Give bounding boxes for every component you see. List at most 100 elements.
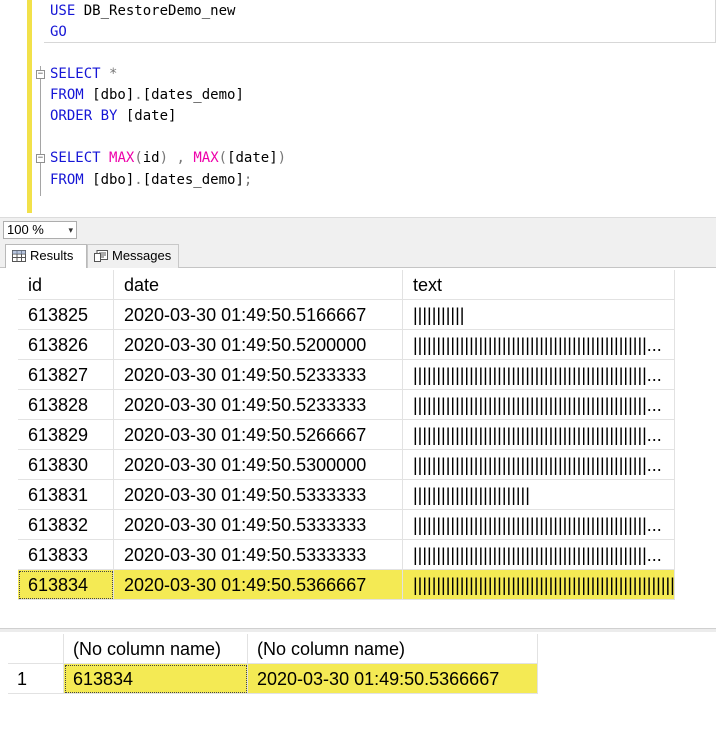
cell-text[interactable]: ||||||||||||||||||||||||||||||||||||||||… — [403, 450, 675, 480]
code-token: [dates_demo] — [142, 172, 244, 188]
code-token: . — [134, 172, 143, 188]
results-grid[interactable]: id date text 613825 2020-03-30 01:49:50.5… — [18, 270, 675, 600]
code-token: ; — [243, 172, 253, 188]
cell-id[interactable]: 613825 — [18, 300, 114, 330]
column-header-max-id[interactable]: (No column name) — [64, 634, 248, 664]
grid-body: 613825 2020-03-30 01:49:50.5166667 |||||||… — [18, 300, 675, 600]
messages-icon — [94, 250, 108, 262]
cell-id[interactable]: 613832 — [18, 510, 114, 540]
tab-results[interactable]: Results — [5, 244, 87, 268]
code-token: DB_RestoreDemo_new — [75, 3, 236, 19]
cell-date[interactable]: 2020-03-30 01:49:50.5333333 — [114, 510, 403, 540]
cell-text[interactable]: ||||||||||| — [403, 300, 675, 330]
query-editor[interactable]: − − USE DB_RestoreDemo_new GO SELECT * F… — [0, 0, 716, 217]
cell-text[interactable]: ||||||||||||||||||||||||||||||||||||||||… — [403, 330, 675, 360]
code-token: FROM — [50, 172, 84, 188]
code-token: ( — [218, 150, 228, 166]
cell-id[interactable]: 613829 — [18, 420, 114, 450]
outline-guide-line — [40, 66, 41, 196]
cell-date[interactable]: 2020-03-30 01:49:50.5333333 — [114, 480, 403, 510]
cell-id[interactable]: 613827 — [18, 360, 114, 390]
grid-header-row: id date text — [18, 270, 675, 300]
cell-date[interactable]: 2020-03-30 01:49:50.5366667 — [114, 570, 403, 600]
code-line[interactable]: USE DB_RestoreDemo_new — [50, 1, 235, 22]
cell-date[interactable]: 2020-03-30 01:49:50.5166667 — [114, 300, 403, 330]
row-number: 1 — [8, 664, 64, 694]
cell-id[interactable]: 613833 — [18, 540, 114, 570]
column-header-date[interactable]: date — [114, 270, 403, 300]
results-grid-2[interactable]: (No column name) (No column name) 1 61383… — [8, 634, 538, 694]
grid-icon — [12, 250, 26, 262]
table-row[interactable]: 613834 2020-03-30 01:49:50.5366667 |||||||… — [18, 570, 675, 600]
collapse-icon[interactable]: − — [36, 70, 45, 79]
cell-date[interactable]: 2020-03-30 01:49:50.5233333 — [114, 390, 403, 420]
code-token: USE — [50, 3, 76, 19]
cell-text[interactable]: ||||||||||||||||||||||||||||||||||||||||… — [403, 390, 675, 420]
code-line[interactable]: SELECT MAX(id) , MAX([date]) — [50, 148, 286, 169]
cell-id[interactable]: 613831 — [18, 480, 114, 510]
cell-text[interactable]: ||||||||||||||||||||||||||||||||||||||||… — [403, 540, 675, 570]
table-row[interactable]: 613828 2020-03-30 01:49:50.5233333 |||||||… — [18, 390, 675, 420]
cell-max-id[interactable]: 613834 — [64, 664, 248, 694]
cell-id[interactable]: 613834 — [18, 570, 114, 600]
cell-id[interactable]: 613828 — [18, 390, 114, 420]
code-line[interactable]: ORDER BY [date] — [50, 106, 176, 127]
code-line[interactable]: FROM [dbo].[dates_demo]; — [50, 170, 252, 191]
cell-date[interactable]: 2020-03-30 01:49:50.5333333 — [114, 540, 403, 570]
tab-label: Results — [30, 248, 74, 263]
code-token: SELECT — [50, 66, 101, 82]
table-row[interactable]: 613827 2020-03-30 01:49:50.5233333 |||||||… — [18, 360, 675, 390]
table-row[interactable]: 613826 2020-03-30 01:49:50.5200000 |||||||… — [18, 330, 675, 360]
code-line[interactable]: SELECT * — [50, 64, 117, 85]
change-tracking-margin — [27, 0, 32, 213]
code-token: MAX — [109, 150, 135, 166]
zoom-value: 100 % — [7, 222, 44, 237]
cell-id[interactable]: 613830 — [18, 450, 114, 480]
table-row[interactable]: 613833 2020-03-30 01:49:50.5333333 |||||||… — [18, 540, 675, 570]
cell-text[interactable]: ||||||||||||||||||||||||||||||||||||||||… — [403, 420, 675, 450]
cell-date[interactable]: 2020-03-30 01:49:50.5266667 — [114, 420, 403, 450]
column-header-id[interactable]: id — [18, 270, 114, 300]
code-token: ) — [277, 150, 287, 166]
results-tab-bar: Results Messages — [0, 241, 716, 268]
row-number-header — [8, 634, 64, 664]
code-token: [dates_demo] — [142, 87, 244, 103]
code-token: [dbo] — [83, 87, 135, 103]
code-line[interactable]: FROM [dbo].[dates_demo] — [50, 85, 244, 106]
cell-text[interactable]: ||||||||||||||||||||||||||||||||||||||||… — [403, 570, 675, 600]
column-header-text[interactable]: text — [403, 270, 675, 300]
cell-text[interactable]: ||||||||||||||||||||||||| — [403, 480, 675, 510]
code-token: id — [142, 150, 160, 166]
cell-date[interactable]: 2020-03-30 01:49:50.5200000 — [114, 330, 403, 360]
chevron-down-icon: ▾ — [68, 225, 73, 235]
grid-body: 1 613834 2020-03-30 01:49:50.5366667 — [8, 664, 538, 694]
table-row[interactable]: 613825 2020-03-30 01:49:50.5166667 |||||||… — [18, 300, 675, 330]
column-header-max-date[interactable]: (No column name) — [248, 634, 538, 664]
collapse-icon[interactable]: − — [36, 154, 45, 163]
table-row[interactable]: 1 613834 2020-03-30 01:49:50.5366667 — [8, 664, 538, 694]
table-row[interactable]: 613830 2020-03-30 01:49:50.5300000 |||||||… — [18, 450, 675, 480]
table-row[interactable]: 613829 2020-03-30 01:49:50.5266667 |||||||… — [18, 420, 675, 450]
tab-messages[interactable]: Messages — [87, 244, 179, 268]
code-token: [dbo] — [83, 172, 135, 188]
table-row[interactable]: 613832 2020-03-30 01:49:50.5333333 |||||||… — [18, 510, 675, 540]
table-row[interactable]: 613831 2020-03-30 01:49:50.5333333 |||||||… — [18, 480, 675, 510]
code-token: ( — [134, 150, 143, 166]
cell-date[interactable]: 2020-03-30 01:49:50.5233333 — [114, 360, 403, 390]
code-token: ) — [159, 150, 169, 166]
code-token: GO — [50, 24, 67, 40]
zoom-dropdown[interactable]: 100 % ▾ — [3, 221, 77, 239]
cell-max-date[interactable]: 2020-03-30 01:49:50.5366667 — [248, 664, 538, 694]
code-token: [date] — [227, 150, 278, 166]
code-line[interactable]: GO — [50, 22, 67, 43]
code-token: , — [168, 150, 194, 166]
cell-text[interactable]: ||||||||||||||||||||||||||||||||||||||||… — [403, 510, 675, 540]
code-token: . — [134, 87, 143, 103]
cell-date[interactable]: 2020-03-30 01:49:50.5300000 — [114, 450, 403, 480]
cell-text[interactable]: ||||||||||||||||||||||||||||||||||||||||… — [403, 360, 675, 390]
code-token: * — [100, 66, 118, 82]
code-token: SELECT — [50, 150, 101, 166]
code-token: ORDER BY — [50, 108, 118, 124]
cell-id[interactable]: 613826 — [18, 330, 114, 360]
